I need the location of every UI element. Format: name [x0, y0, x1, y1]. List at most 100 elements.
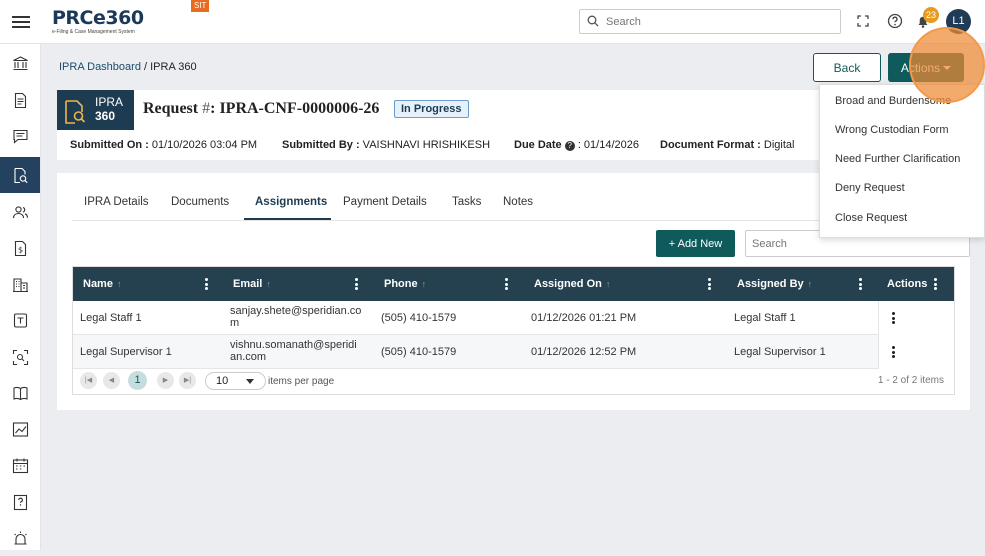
column-header-email[interactable]: Email ↑: [233, 267, 271, 301]
table-header: Name ↑ Email ↑ Phone ↑ Assigned On ↑ Assigne…: [73, 267, 954, 301]
logo[interactable]: PRCe360 e-Filing & Case Management Syste…: [52, 0, 210, 38]
sidebar: $: [0, 44, 41, 550]
sidebar-item-organizations[interactable]: [0, 266, 40, 302]
next-page-icon[interactable]: ▶: [157, 372, 174, 389]
breadcrumb-current: IPRA 360: [150, 61, 197, 73]
assignments-table: Name ↑ Email ↑ Phone ↑ Assigned On ↑ Assigne…: [72, 266, 955, 395]
pager: |◀ ◀ 1 ▶ ▶| 10 items per page 1 - 2 of 2…: [73, 367, 954, 395]
column-menu-icon[interactable]: [355, 278, 359, 290]
sidebar-item-documents[interactable]: [0, 82, 40, 118]
column-menu-icon[interactable]: [708, 278, 712, 290]
document-format-label: Document Format :: [660, 139, 764, 151]
sort-icon: ↑: [116, 279, 122, 289]
active-tab-indicator: [244, 218, 331, 220]
document-format: Document Format : Digital: [660, 139, 794, 151]
document-search-icon: [13, 167, 28, 183]
info-icon[interactable]: ?: [564, 141, 575, 151]
sidebar-item-ipra[interactable]: [0, 157, 40, 193]
sidebar-item-alerts[interactable]: [0, 520, 40, 556]
page-size-select[interactable]: 10: [205, 372, 266, 390]
bank-icon: [12, 55, 28, 70]
submitted-on-label: Submitted On :: [70, 139, 152, 151]
sidebar-item-users[interactable]: [0, 194, 40, 230]
back-button[interactable]: Back: [813, 53, 881, 82]
tablet-icon: [13, 312, 27, 328]
add-new-button[interactable]: + Add New: [656, 230, 735, 257]
row-actions-icon[interactable]: [892, 346, 896, 358]
top-bar: PRCe360 e-Filing & Case Management Syste…: [0, 0, 985, 44]
prev-page-icon[interactable]: ◀: [103, 372, 120, 389]
page-size-value: 10: [216, 375, 229, 387]
global-search-input[interactable]: [606, 13, 831, 30]
sidebar-item-calendar[interactable]: [0, 447, 40, 483]
menu-item-close-request[interactable]: Close Request: [835, 212, 907, 224]
column-menu-icon[interactable]: [859, 278, 863, 290]
dollar-document-icon: $: [14, 240, 26, 256]
cell-email-line1: vishnu.somanath@speridi: [230, 339, 357, 351]
column-header-assigned-by[interactable]: Assigned By ↑: [737, 267, 812, 301]
sort-icon: ↑: [421, 279, 427, 289]
alarm-icon: [13, 531, 27, 545]
column-header-phone-label: Phone: [384, 278, 418, 290]
sidebar-item-bank[interactable]: [0, 45, 40, 81]
column-header-actions: Actions: [887, 278, 928, 290]
avatar[interactable]: L1: [946, 9, 971, 34]
menu-item-need-further-clarification[interactable]: Need Further Clarification: [835, 153, 960, 165]
actions-button[interactable]: Actions: [888, 53, 964, 82]
sidebar-item-reports[interactable]: [0, 411, 40, 447]
cell-email: sanjay.shete@speridian.co m: [230, 305, 361, 329]
fullscreen-icon[interactable]: [854, 12, 872, 30]
page-number[interactable]: 1: [128, 371, 147, 390]
sidebar-item-library[interactable]: [0, 375, 40, 411]
column-header-name[interactable]: Name ↑: [83, 267, 121, 301]
request-title: Request #: IPRA-CNF-0000006-26: [143, 100, 379, 118]
cell-actions: [878, 301, 954, 335]
row-actions-icon[interactable]: [892, 312, 896, 324]
building-icon: [12, 277, 28, 292]
cell-name: Legal Staff 1: [80, 312, 142, 324]
document-format-value: Digital: [763, 139, 795, 151]
breadcrumb-separator: /: [140, 61, 151, 73]
logo-subtitle: e-Filing & Case Management System: [52, 29, 135, 35]
tab-assignments[interactable]: Assignments: [255, 196, 327, 208]
tab-payment-details[interactable]: Payment Details: [343, 196, 427, 208]
caret-down-icon: [943, 65, 952, 70]
first-page-icon[interactable]: |◀: [80, 372, 97, 389]
column-menu-icon[interactable]: [934, 278, 938, 290]
badge-label-360: 360: [95, 109, 116, 123]
sidebar-item-scan[interactable]: [0, 339, 40, 375]
cell-phone: (505) 410-1579: [381, 312, 457, 324]
column-header-email-label: Email: [233, 278, 263, 290]
actions-menu: Broad and Burdensome Wrong Custodian For…: [819, 84, 985, 238]
breadcrumb-ipra-dashboard[interactable]: IPRA Dashboard: [59, 61, 141, 73]
menu-item-deny-request[interactable]: Deny Request: [835, 182, 905, 194]
sidebar-item-payments[interactable]: $: [0, 230, 40, 266]
last-page-icon[interactable]: ▶|: [179, 372, 196, 389]
global-search[interactable]: [579, 9, 841, 34]
request-title-prefix: Request: [143, 100, 203, 117]
column-menu-icon[interactable]: [505, 278, 509, 290]
tab-tasks[interactable]: Tasks: [452, 196, 481, 208]
column-header-assigned-on[interactable]: Assigned On ↑: [534, 267, 610, 301]
tab-documents[interactable]: Documents: [171, 196, 229, 208]
cell-email-line2: an.com: [230, 351, 267, 363]
document-search-icon: [65, 100, 86, 124]
menu-item-broad-and-burdensome[interactable]: Broad and Burdensome: [835, 95, 951, 107]
help-icon[interactable]: [886, 12, 904, 30]
request-badge: IPRA 360: [57, 90, 134, 130]
menu-icon[interactable]: [12, 13, 30, 29]
column-header-phone[interactable]: Phone ↑: [384, 267, 426, 301]
chat-icon: [12, 129, 28, 144]
tab-ipra-details[interactable]: IPRA Details: [84, 196, 149, 208]
column-menu-icon[interactable]: [205, 278, 209, 290]
sidebar-item-messages[interactable]: [0, 118, 40, 154]
tab-notes[interactable]: Notes: [503, 196, 533, 208]
sidebar-item-help[interactable]: [0, 484, 40, 520]
sidebar-item-tasks[interactable]: [0, 302, 40, 338]
actions-button-label: Actions: [900, 60, 941, 75]
column-header-assigned-on-label: Assigned On: [534, 278, 602, 290]
cell-email-line1: sanjay.shete@speridian.co: [230, 305, 362, 317]
sort-icon: ↑: [605, 279, 611, 289]
submitted-on-value: 01/10/2026 03:04 PM: [151, 139, 258, 151]
menu-item-wrong-custodian-form[interactable]: Wrong Custodian Form: [835, 124, 949, 136]
